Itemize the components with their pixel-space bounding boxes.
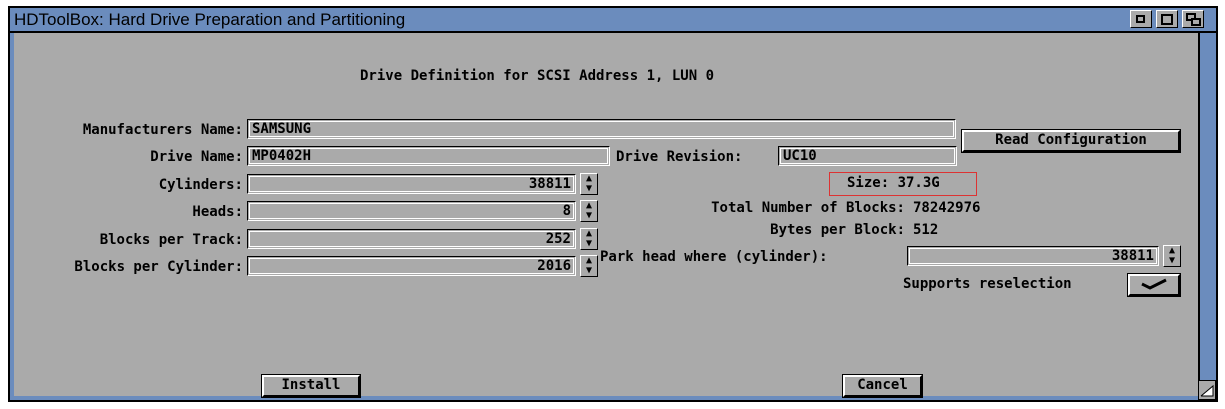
supports-reselection-label: Supports reselection	[903, 276, 1072, 292]
heads-label: Heads:	[192, 204, 243, 220]
read-configuration-button[interactable]: Read Configuration	[961, 129, 1181, 153]
manufacturer-label: Manufacturers Name:	[82, 122, 243, 138]
total-blocks-label: Total Number of Blocks:	[711, 200, 905, 216]
resize-gadget-icon[interactable]	[1198, 380, 1216, 400]
front-back-gadget-icon[interactable]	[1182, 10, 1204, 28]
checkmark-icon	[1141, 278, 1167, 290]
blocks-per-cylinder-field[interactable]: 2016	[247, 256, 576, 276]
heads-field[interactable]: 8	[247, 201, 576, 221]
manufacturer-field[interactable]: SAMSUNG	[247, 119, 956, 139]
bytes-per-block-label: Bytes per Block:	[770, 222, 905, 238]
park-head-arrow-icon[interactable]: ▲ ▼	[1163, 245, 1181, 267]
blocks-per-track-arrow-icon[interactable]: ▲ ▼	[580, 228, 598, 250]
park-head-field[interactable]: 38811	[907, 246, 1159, 266]
install-button[interactable]: Install	[261, 374, 361, 398]
drive-revision-label: Drive Revision:	[616, 149, 743, 165]
depth-gadget-icon[interactable]	[1156, 10, 1178, 28]
heads-arrow-icon[interactable]: ▲ ▼	[580, 200, 598, 222]
page-heading: Drive Definition for SCSI Address 1, LUN…	[360, 68, 715, 84]
cylinders-field[interactable]: 38811	[247, 174, 576, 194]
drive-name-field[interactable]: MP0402H	[247, 146, 610, 166]
size-value: Size: 37.3G	[847, 175, 940, 191]
title-bar[interactable]: HDToolBox: Hard Drive Preparation and Pa…	[10, 8, 1216, 33]
bytes-per-block-value: 512	[913, 222, 939, 238]
blocks-per-cylinder-label: Blocks per Cylinder:	[74, 259, 243, 275]
drive-name-label: Drive Name:	[150, 149, 243, 165]
cylinders-label: Cylinders:	[158, 177, 243, 193]
blocks-per-track-label: Blocks per Track:	[99, 232, 243, 248]
zoom-gadget-icon[interactable]	[1130, 10, 1152, 28]
cancel-button[interactable]: Cancel	[842, 374, 923, 398]
supports-reselection-checkbox[interactable]	[1127, 273, 1181, 297]
right-window-border	[1198, 33, 1216, 400]
resize-icon	[1200, 384, 1214, 397]
blocks-per-cylinder-arrow-icon[interactable]: ▲ ▼	[580, 255, 598, 277]
drive-revision-field[interactable]: UC10	[778, 146, 957, 166]
cylinders-arrow-icon[interactable]: ▲ ▼	[580, 173, 598, 195]
window-title: HDToolBox: Hard Drive Preparation and Pa…	[14, 10, 406, 29]
total-blocks-value: 78242976	[913, 200, 981, 216]
hdtoolbox-window: HDToolBox: Hard Drive Preparation and Pa…	[8, 6, 1218, 402]
blocks-per-track-field[interactable]: 252	[247, 229, 576, 249]
park-head-label: Park head where (cylinder):	[600, 249, 828, 265]
